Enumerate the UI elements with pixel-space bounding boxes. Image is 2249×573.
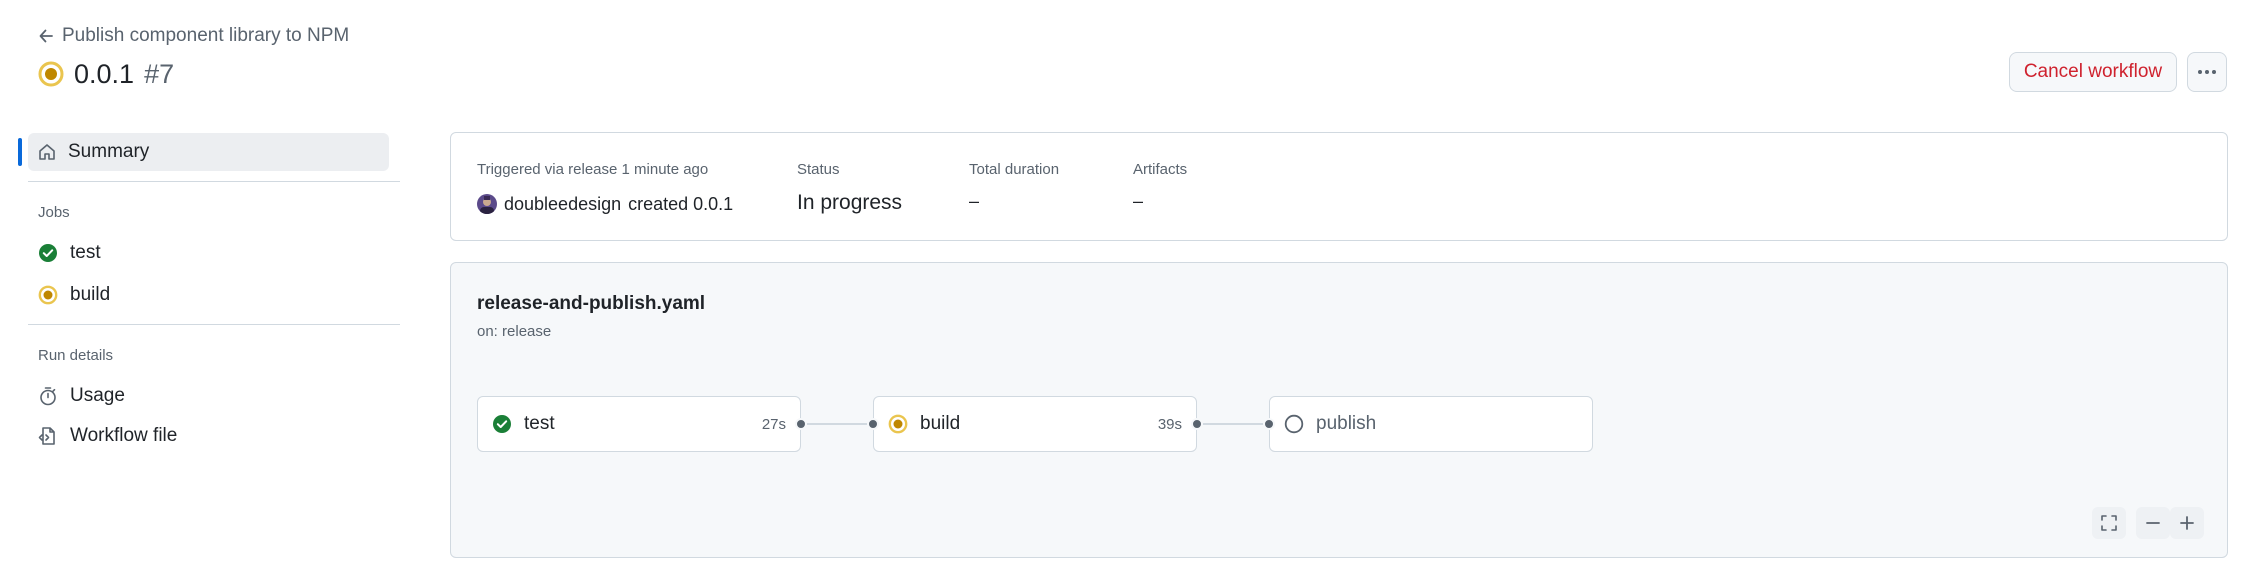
run-version: 0.0.1 (74, 58, 135, 89)
arrow-left-icon (39, 29, 53, 43)
workflow-file-name[interactable]: release-and-publish.yaml (477, 293, 705, 315)
check-circle-icon (493, 415, 511, 433)
status-in-progress-icon (38, 61, 64, 87)
back-link[interactable]: Publish component library to NPM (38, 24, 349, 48)
run-number: #7 (144, 58, 175, 89)
graph-connector-dot (795, 418, 807, 430)
screen-full-icon (2101, 515, 2117, 531)
workflow-graph-card: release-and-publish.yaml on: release tes… (450, 262, 2228, 558)
workflow-trigger: on: release (477, 323, 552, 340)
more-options-button[interactable] (2187, 52, 2227, 92)
graph-connector-dot (867, 418, 879, 430)
status-in-progress-icon (888, 414, 908, 434)
page-title: 0.0.1 #7 (38, 54, 174, 94)
job-duration: 39s (1157, 415, 1182, 433)
zoom-in-button[interactable] (2170, 507, 2204, 539)
home-icon (39, 144, 55, 160)
dash-icon (2146, 522, 2160, 524)
sidebar-item-label: test (70, 242, 101, 263)
graph-job-test[interactable]: test 27s (477, 396, 801, 452)
trigger-action: created 0.0.1 (628, 193, 734, 214)
sidebar-divider (28, 181, 400, 182)
sidebar-item-job-build[interactable]: build (38, 280, 110, 310)
status-value: In progress (797, 191, 903, 214)
sidebar-item-summary[interactable]: Summary (28, 133, 389, 171)
graph-connector (803, 423, 873, 425)
graph-job-build[interactable]: build 39s (873, 396, 1197, 452)
sidebar-item-label: Workflow file (70, 425, 178, 446)
total-duration-label: Total duration (969, 161, 1060, 178)
artifacts-value: – (1133, 191, 1144, 211)
cancel-workflow-button[interactable]: Cancel workflow (2009, 52, 2177, 92)
file-code-icon (38, 427, 55, 445)
sidebar-jobs-heading: Jobs (38, 204, 70, 221)
zoom-out-button[interactable] (2136, 507, 2170, 539)
queued-circle-icon (1284, 414, 1304, 434)
sidebar-item-label: Usage (70, 385, 125, 406)
job-label: test (524, 413, 555, 434)
sidebar-item-job-test[interactable]: test (38, 238, 101, 268)
check-circle-icon (39, 244, 57, 262)
trigger-detail: doubleedesign created 0.0.1 (477, 191, 733, 217)
status-label: Status (797, 161, 840, 178)
kebab-horizontal-icon (2198, 70, 2216, 74)
graph-connector-dot (1191, 418, 1203, 430)
graph-connector-dot (1263, 418, 1275, 430)
sidebar-active-indicator (18, 138, 22, 166)
job-label: build (920, 413, 961, 434)
back-link-label: Publish component library to NPM (62, 25, 350, 46)
job-label: publish (1316, 413, 1377, 434)
graph-connector (1199, 423, 1269, 425)
total-duration-value: – (969, 191, 980, 211)
artifacts-label: Artifacts (1133, 161, 1188, 178)
actor-link[interactable]: doubleedesign (504, 194, 621, 215)
sidebar-divider (28, 324, 400, 325)
trigger-label: Triggered via release 1 minute ago (477, 161, 709, 178)
plus-icon (2180, 516, 2194, 530)
sidebar-item-label: build (70, 284, 111, 305)
sidebar-item-workflow-file[interactable]: Workflow file (38, 421, 177, 451)
status-in-progress-icon (38, 285, 58, 305)
sidebar-item-label: Summary (68, 141, 150, 162)
graph-job-publish[interactable]: publish (1269, 396, 1593, 452)
fullscreen-button[interactable] (2092, 507, 2126, 539)
stopwatch-icon (40, 387, 56, 406)
sidebar-run-details-heading: Run details (38, 347, 114, 364)
sidebar-item-usage[interactable]: Usage (38, 381, 125, 411)
avatar[interactable] (477, 194, 497, 214)
job-duration: 27s (761, 415, 786, 433)
run-summary-card: Triggered via release 1 minute ago doubl… (450, 132, 2228, 241)
